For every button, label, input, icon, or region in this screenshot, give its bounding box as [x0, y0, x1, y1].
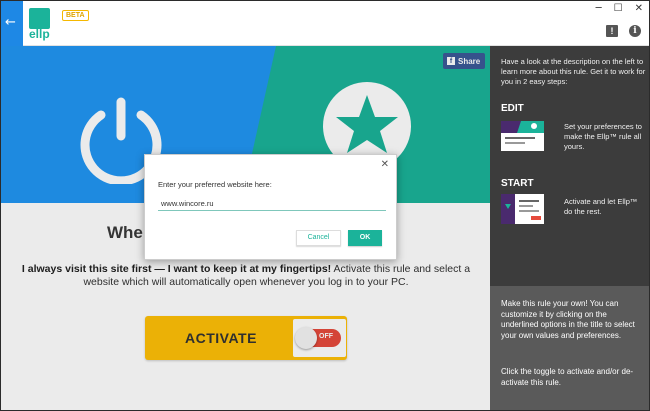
back-arrow-icon[interactable]: ← — [5, 15, 16, 30]
ok-button[interactable]: OK — [348, 230, 382, 246]
feedback-icon[interactable]: ! — [606, 25, 618, 37]
cancel-button[interactable]: Cancel — [296, 230, 341, 246]
back-rail[interactable]: ← — [1, 1, 23, 46]
edit-thumbnail — [501, 121, 544, 151]
dialog-label: Enter your preferred website here: — [158, 180, 272, 189]
window-controls: ─ ☐ ✕ — [596, 3, 643, 14]
app-header: ellp BETA ─ ☐ ✕ ! i — [23, 1, 649, 46]
dialog-close-icon[interactable]: ✕ — [381, 159, 389, 170]
step-start-text: Activate and let Ellp™ do the rest. — [564, 197, 638, 216]
minimize-button[interactable]: ─ — [596, 3, 602, 14]
close-window-button[interactable]: ✕ — [635, 3, 643, 14]
step-start-title: START — [501, 178, 534, 189]
help-toggle-text: Click the toggle to activate and/or de-a… — [501, 367, 634, 387]
info-icon[interactable]: i — [629, 25, 641, 37]
step-edit-title: EDIT — [501, 103, 524, 114]
website-input[interactable] — [158, 197, 386, 211]
app-window: ← ellp BETA ─ ☐ ✕ ! i f Share When I alw… — [0, 0, 650, 411]
logo-text: ellp — [29, 27, 50, 41]
ellp-logo: ellp — [29, 8, 51, 41]
step-edit-text: Set your preferences to make the Ellp™ r… — [564, 122, 642, 151]
maximize-button[interactable]: ☐ — [614, 3, 623, 14]
beta-badge: BETA — [62, 10, 89, 21]
start-thumbnail — [501, 194, 544, 224]
website-dialog: ✕ Enter your preferred website here: Can… — [144, 154, 397, 260]
help-customize-text: Make this rule your own! You can customi… — [501, 299, 635, 340]
sidebar-intro: Have a look at the description on the le… — [501, 57, 646, 86]
sidebar-help-box: Make this rule your own! You can customi… — [490, 286, 649, 410]
header-icons: ! i — [606, 25, 641, 37]
logo-mark — [29, 8, 50, 29]
help-sidebar: Have a look at the description on the le… — [490, 46, 649, 410]
